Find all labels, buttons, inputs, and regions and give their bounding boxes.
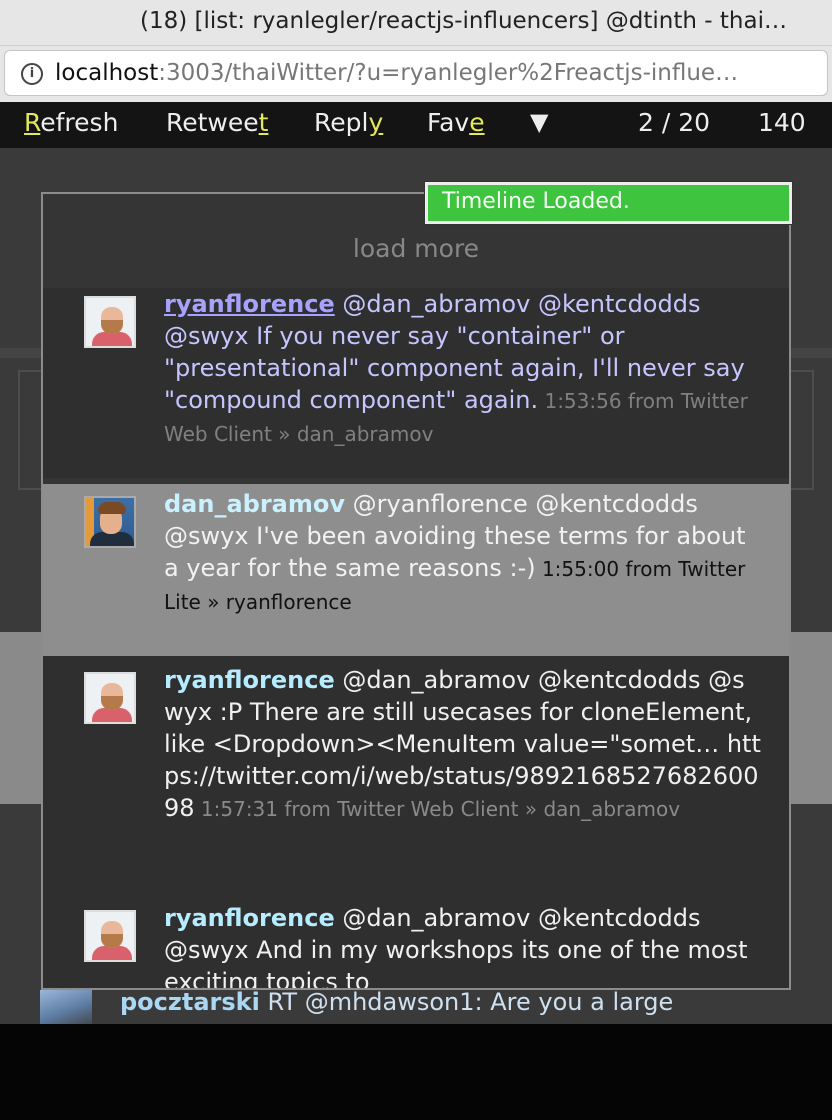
tweet-body: ryanflorence @dan_abramov @kentcdodds @s…: [164, 664, 764, 825]
char-counter: 140: [758, 108, 806, 137]
reply-shortcut-key: y: [368, 108, 384, 137]
info-icon[interactable]: i: [21, 63, 43, 85]
tweet-meta: 1:57:31 from Twitter Web Client » dan_ab…: [194, 797, 681, 821]
reply-button[interactable]: Reply: [314, 108, 383, 137]
url-text[interactable]: localhost:3003/thaiWitter/?u=ryanlegler%…: [55, 60, 825, 86]
address-bar[interactable]: i localhost:3003/thaiWitter/?u=ryanlegle…: [4, 50, 828, 96]
fave-shortcut-key: e: [469, 108, 485, 137]
ryanflorence-avatar[interactable]: [84, 910, 136, 962]
menu-dropdown-icon[interactable]: ▼: [530, 108, 548, 136]
tweet-text: RT @mhdawson1: Are you a large: [259, 988, 674, 1016]
ryanflorence-avatar[interactable]: [84, 672, 136, 724]
tweet-body: ryanflorence @dan_abramov @kentcdodds @s…: [164, 288, 764, 450]
ryanflorence-avatar[interactable]: [84, 296, 136, 348]
background-tweet-text: pocztarski RT @mhdawson1: Are you a larg…: [120, 988, 673, 1016]
refresh-button[interactable]: Refresh: [24, 108, 118, 137]
window-titlebar: (18) [list: ryanlegler/reactjs-influence…: [0, 0, 832, 702]
compose-area[interactable]: [0, 1024, 832, 1120]
tweet-body: dan_abramov @ryanflorence @kentcdodds @s…: [164, 488, 764, 618]
fave-button[interactable]: Fave: [427, 108, 485, 137]
address-bar-area: i localhost:3003/thaiWitter/?u=ryanlegle…: [0, 46, 832, 102]
dan-abramov-avatar[interactable]: [84, 496, 136, 548]
divider: [18, 370, 42, 490]
status-toast: Timeline Loaded.: [424, 181, 793, 225]
retweet-button[interactable]: Retweet: [166, 108, 268, 137]
tweet-username[interactable]: ryanflorence: [164, 666, 335, 694]
tweet-item[interactable]: ryanflorence @dan_abramov @kentcdodds @s…: [43, 288, 789, 478]
load-more-link[interactable]: load more: [43, 234, 789, 263]
app-toolbar: Refresh Retweet Reply Fave ▼ 2 / 20 140: [0, 102, 832, 148]
retweet-shortcut-key: t: [258, 108, 269, 137]
tweet-item-selected[interactable]: dan_abramov @ryanflorence @kentcdodds @s…: [43, 484, 789, 656]
tweet-username[interactable]: pocztarski: [120, 988, 260, 1016]
background-tweet[interactable]: pocztarski RT @mhdawson1: Are you a larg…: [40, 988, 832, 1024]
tweet-username[interactable]: ryanflorence: [164, 904, 335, 932]
window-title: (18) [list: ryanlegler/reactjs-influence…: [140, 8, 787, 34]
tweet-item[interactable]: ryanflorence @dan_abramov @kentcdodds @s…: [43, 656, 789, 896]
tweet-username[interactable]: dan_abramov: [164, 490, 345, 518]
tweet-item[interactable]: ryanflorence @dan_abramov @kentcdodds @s…: [43, 896, 789, 988]
timeline-popup: load more ryanflorence @dan_abramov @ken…: [41, 192, 791, 990]
retweet-label: Retwee: [166, 108, 259, 137]
reply-label: Repl: [314, 108, 369, 137]
timeline-position: 2 / 20: [638, 108, 711, 137]
refresh-label: efresh: [40, 108, 119, 137]
tweet-body: ryanflorence @dan_abramov @kentcdodds @s…: [164, 902, 764, 988]
refresh-shortcut-key: R: [24, 108, 41, 137]
divider: [790, 370, 814, 490]
tweet-username[interactable]: ryanflorence: [164, 290, 335, 318]
fave-label: Fav: [427, 108, 470, 137]
url-host: localhost: [55, 60, 159, 86]
avatar: [40, 990, 92, 1024]
url-path: :3003/thaiWitter/?u=ryanlegler%2Freactjs…: [158, 60, 739, 86]
